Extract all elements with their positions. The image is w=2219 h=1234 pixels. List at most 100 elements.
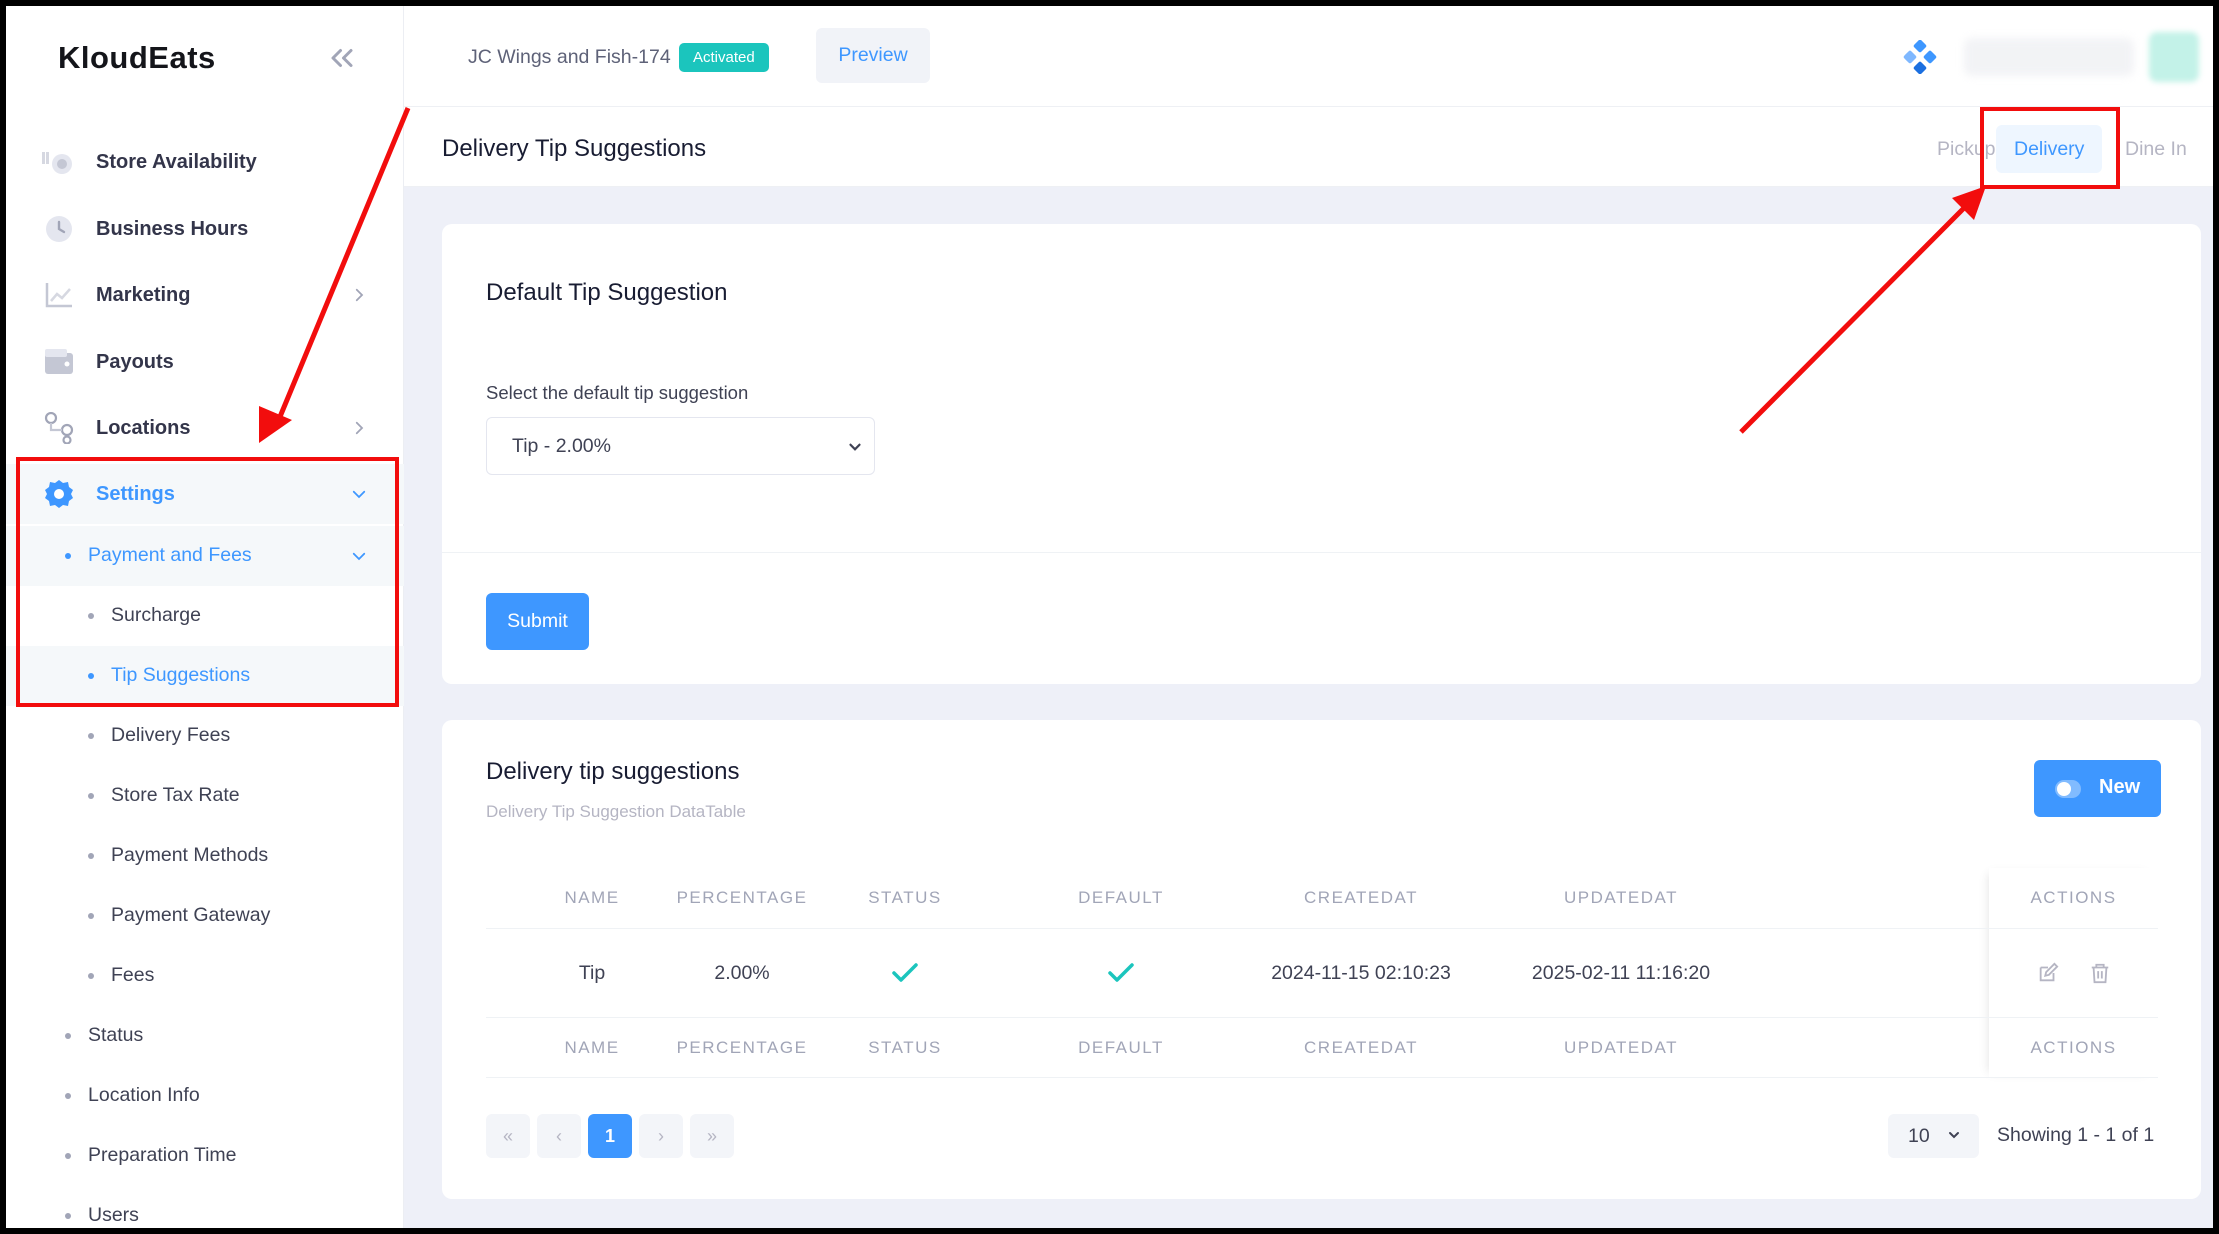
preview-button[interactable]: Preview — [816, 28, 930, 83]
sidebar-item-label: Store Tax Rate — [111, 784, 240, 806]
divider — [442, 552, 2201, 553]
user-menu[interactable] — [1964, 38, 2134, 76]
column-header[interactable]: CREATEDAT — [1246, 868, 1476, 928]
sidebar-item-label: Payouts — [96, 350, 174, 373]
sidebar-item-store-tax-rate[interactable]: Store Tax Rate — [6, 766, 404, 826]
store-name: JC Wings and Fish-174 — [468, 46, 671, 68]
select-value: Tip - 2.00% — [512, 435, 611, 457]
edit-icon[interactable] — [2037, 962, 2059, 984]
column-footer: CREATEDAT — [1304, 1037, 1418, 1057]
chevron-right-icon — [355, 421, 364, 435]
brand-logo: KloudEats — [58, 40, 216, 75]
column-header[interactable]: PERCENTAGE — [633, 868, 851, 928]
annotation-box-settings — [16, 457, 399, 707]
wallet-icon — [42, 345, 76, 379]
tab-dine-in[interactable]: Dine In — [2107, 125, 2205, 173]
column-footer: DEFAULT — [1078, 1037, 1164, 1057]
collapse-sidebar-icon[interactable] — [324, 40, 360, 76]
page-title: Delivery Tip Suggestions — [442, 135, 707, 162]
column-header: ACTIONS — [2030, 888, 2117, 907]
table-row: Tip 2.00% 2024-11-15 02:10:23 2025-02-11… — [486, 928, 2158, 1018]
chevron-down-icon — [849, 443, 861, 451]
sidebar-item-business-hours[interactable]: Business Hours — [6, 199, 404, 259]
sidebar-item-store-availability[interactable]: Store Availability — [6, 132, 404, 192]
cell-percentage: 2.00% — [714, 961, 770, 984]
annotation-arrowhead — [1952, 186, 1986, 220]
bullet-icon — [65, 1093, 71, 1099]
cell-actions — [1989, 929, 2158, 1017]
table-header-row: NAME PERCENTAGE STATUS DEFAULT CREATEDAT… — [486, 868, 2158, 928]
toggle-icon — [2055, 780, 2081, 798]
bullet-icon — [65, 1033, 71, 1039]
avatar[interactable] — [2149, 32, 2199, 82]
sidebar-item-location-info[interactable]: Location Info — [6, 1066, 404, 1126]
kloud-logo-icon — [1903, 40, 1937, 74]
new-button[interactable]: New — [2034, 760, 2161, 817]
pager-page-button[interactable]: 1 — [588, 1114, 632, 1158]
bullet-icon — [88, 793, 94, 799]
default-check-icon — [1046, 929, 1196, 1017]
sidebar-item-label: Payment Methods — [111, 844, 269, 866]
sidebar-item-label: Store Availability — [96, 150, 257, 173]
bullet-icon — [88, 913, 94, 919]
sidebar-item-label: Status — [88, 1024, 144, 1046]
card-subtitle: Delivery Tip Suggestion DataTable — [486, 802, 746, 821]
bullet-icon — [88, 853, 94, 859]
locations-icon — [42, 411, 76, 445]
chart-icon — [42, 278, 76, 312]
per-page-value: 10 — [1908, 1125, 1930, 1147]
app-frame: KloudEats Store Availability Business Ho… — [6, 6, 2213, 1228]
card-title: Default Tip Suggestion — [486, 279, 728, 306]
sidebar-item-payment-methods[interactable]: Payment Methods — [6, 826, 404, 886]
new-button-label: New — [2099, 776, 2141, 798]
tip-suggestions-table-card: Delivery tip suggestions Delivery Tip Su… — [442, 720, 2201, 1199]
sidebar-item-status[interactable]: Status — [6, 1006, 404, 1066]
sidebar-item-fees[interactable]: Fees — [6, 946, 404, 1006]
top-header: JC Wings and Fish-174 Activated Preview — [404, 6, 2213, 107]
annotation-box-delivery — [1980, 107, 2120, 189]
sidebar-item-locations[interactable]: Locations — [6, 398, 404, 458]
card-title: Delivery tip suggestions — [486, 758, 740, 785]
clock-icon — [42, 212, 76, 246]
sidebar-item-label: Delivery Fees — [111, 724, 231, 746]
field-label: Select the default tip suggestion — [486, 382, 749, 403]
sidebar-item-delivery-fees[interactable]: Delivery Fees — [6, 706, 404, 766]
status-badge: Activated — [679, 43, 769, 72]
column-header[interactable]: STATUS — [856, 868, 954, 928]
page-toolbar: Delivery Tip Suggestions Pickup Delivery… — [404, 107, 2213, 187]
pager-next-button[interactable]: › — [639, 1114, 683, 1158]
pager-last-button[interactable]: » — [690, 1114, 734, 1158]
cell-createdat: 2024-11-15 02:10:23 — [1271, 961, 1451, 984]
sidebar-item-payment-gateway[interactable]: Payment Gateway — [6, 886, 404, 946]
column-footer: STATUS — [868, 1037, 942, 1057]
sidebar-item-label: Preparation Time — [88, 1144, 237, 1166]
status-check-icon — [856, 929, 954, 1017]
store-icon — [42, 145, 76, 179]
cell-updatedat: 2025-02-11 11:16:20 — [1531, 961, 1711, 984]
sidebar-item-label: Locations — [96, 416, 191, 439]
per-page-select[interactable]: 10 — [1888, 1114, 1979, 1158]
bullet-icon — [65, 1153, 71, 1159]
sidebar-item-label: Location Info — [88, 1084, 200, 1106]
pager-prev-button[interactable]: ‹ — [537, 1114, 581, 1158]
submit-button[interactable]: Submit — [486, 593, 589, 650]
pager-first-button[interactable]: « — [486, 1114, 530, 1158]
table-footer-row: NAME PERCENTAGE STATUS DEFAULT CREATEDAT… — [486, 1018, 2158, 1078]
default-tip-select[interactable]: Tip - 2.00% — [486, 417, 875, 475]
sidebar-item-preparation-time[interactable]: Preparation Time — [6, 1126, 404, 1186]
column-footer: UPDATEDAT — [1564, 1037, 1678, 1057]
sidebar-item-label: Business Hours — [96, 217, 249, 240]
column-header[interactable]: DEFAULT — [1046, 868, 1196, 928]
sidebar-item-payouts[interactable]: Payouts — [6, 332, 404, 392]
chevron-down-icon — [1949, 1132, 1959, 1139]
default-tip-card: Default Tip Suggestion Select the defaul… — [442, 224, 2201, 684]
chevron-right-icon — [355, 288, 364, 302]
trash-icon[interactable] — [2089, 962, 2111, 984]
sidebar-item-label: Payment Gateway — [111, 904, 271, 926]
sidebar-item-users[interactable]: Users — [6, 1186, 404, 1228]
sidebar-item-label: Marketing — [96, 283, 191, 306]
sidebar-item-label: Users — [88, 1204, 139, 1226]
column-header[interactable]: UPDATEDAT — [1506, 868, 1736, 928]
column-footer: ACTIONS — [2030, 1037, 2117, 1057]
sidebar-item-marketing[interactable]: Marketing — [6, 265, 404, 325]
